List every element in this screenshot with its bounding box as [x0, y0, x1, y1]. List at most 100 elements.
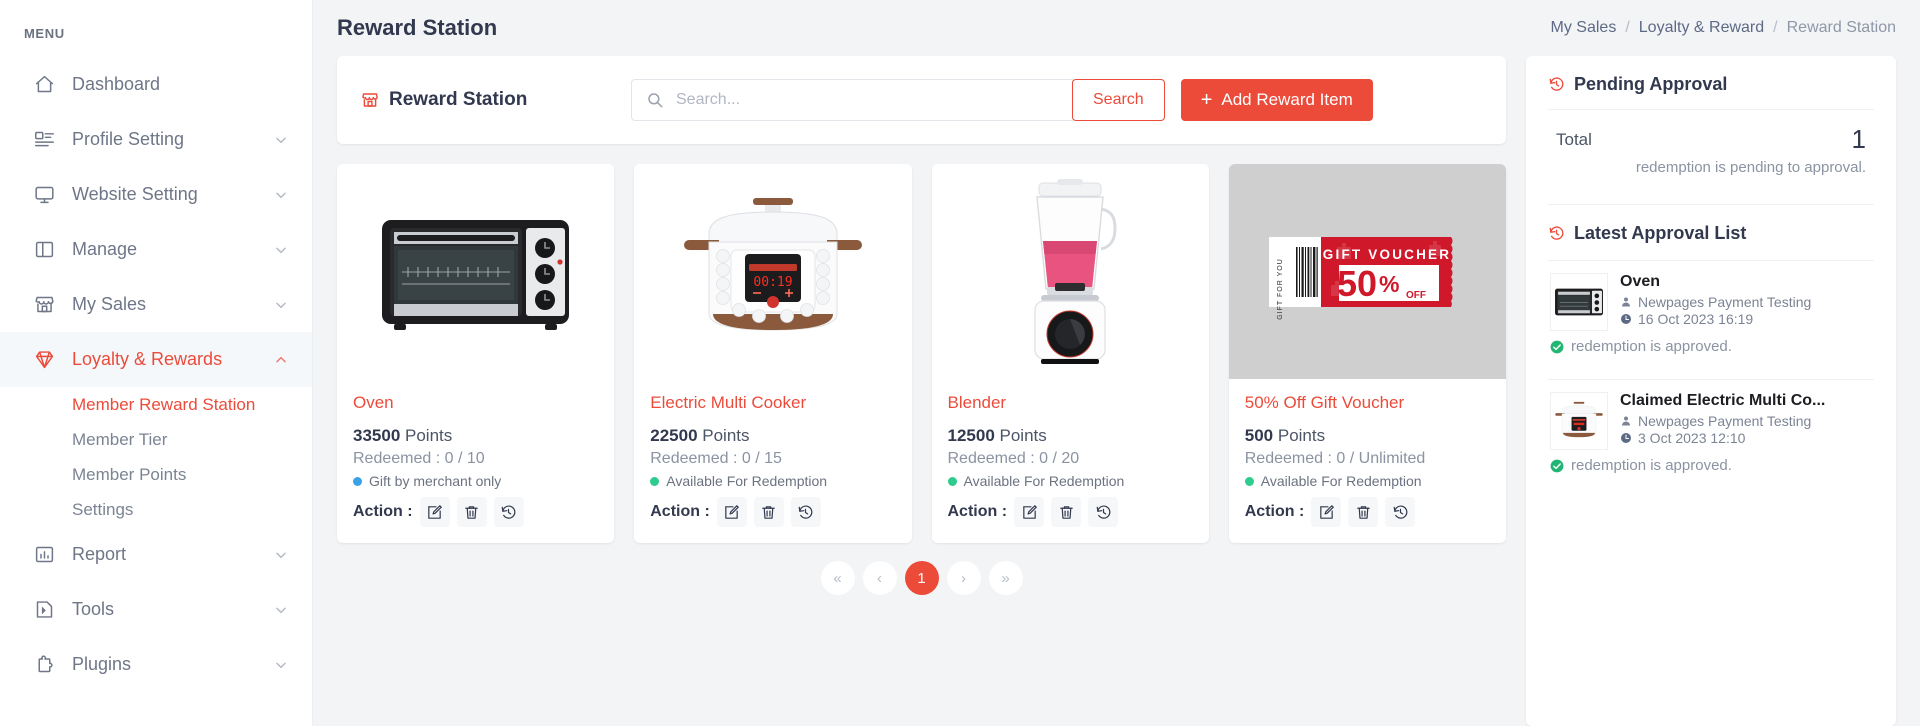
sidebar-subitem-member-points[interactable]: Member Points	[0, 457, 312, 492]
history-button[interactable]	[790, 497, 821, 527]
history-icon	[1393, 505, 1408, 519]
plus-icon: +	[1200, 89, 1213, 111]
approval-item-info: Oven Newpages Payment Testing 16 Oct 202…	[1620, 273, 1872, 331]
sidebar-item-website-setting[interactable]: Website Setting	[0, 167, 312, 222]
breadcrumb-item-reward-station: Reward Station	[1786, 19, 1896, 36]
reward-card-actions: Action :	[948, 497, 1193, 527]
sidebar-item-report[interactable]: Report	[0, 527, 312, 582]
reward-card[interactable]: Oven 33500 Points Redeemed : 0 / 10 Gift…	[337, 164, 615, 543]
approval-list-item[interactable]: Oven Newpages Payment Testing 16 Oct 202…	[1548, 261, 1874, 365]
oven-image	[1550, 273, 1608, 331]
delete-button[interactable]	[1348, 497, 1379, 527]
monitor-icon	[32, 183, 56, 207]
approval-item-time-label: 3 Oct 2023 12:10	[1638, 430, 1746, 446]
reward-card-title[interactable]: Blender	[948, 393, 1193, 413]
latest-approval-heading-label: Latest Approval List	[1574, 223, 1747, 243]
delete-button[interactable]	[456, 497, 487, 527]
approval-panel: Pending Approval Total 1 redemption is p…	[1526, 56, 1896, 726]
sidebar-subitem-member-tier[interactable]: Member Tier	[0, 422, 312, 457]
redeemed-separator: /	[457, 450, 463, 467]
reward-card-title[interactable]: Electric Multi Cooker	[650, 393, 895, 413]
search-area: Search + Add Reward Item	[631, 79, 1482, 121]
status-dot	[947, 476, 957, 486]
sidebar-item-manage[interactable]: Manage	[0, 222, 312, 277]
reward-card[interactable]: Blender 12500 Points Redeemed : 0 / 20 A…	[931, 164, 1209, 543]
delete-button[interactable]	[1051, 497, 1082, 527]
sidebar-item-plugins[interactable]: Plugins	[0, 637, 312, 692]
approval-item-row: Claimed Electric Multi Co... Newpages Pa…	[1550, 392, 1872, 450]
redeemed-label: Redeemed :	[353, 450, 441, 467]
sidebar-item-tools[interactable]: Tools	[0, 582, 312, 637]
sidebar-item-my-sales[interactable]: My Sales	[0, 277, 312, 332]
add-reward-item-button[interactable]: + Add Reward Item	[1180, 79, 1373, 121]
reward-card-body: Blender 12500 Points Redeemed : 0 / 20 A…	[932, 379, 1209, 543]
app-root: MENU Dashboard Profile Setting Website S…	[0, 0, 1920, 726]
reward-card-points-value: 500	[1244, 426, 1274, 445]
search-box[interactable]	[631, 79, 1073, 121]
oven-image	[337, 164, 615, 379]
breadcrumb: My Sales / Loyalty & Reward / Reward Sta…	[1551, 19, 1896, 37]
approval-item-info: Claimed Electric Multi Co... Newpages Pa…	[1620, 392, 1872, 450]
edit-button[interactable]	[1014, 497, 1045, 527]
pagination-last-button[interactable]: »	[988, 561, 1023, 595]
approval-item-status: redemption is approved.	[1550, 457, 1872, 474]
voucher-image: GIFT FOR YOU GIFT VOUCHER 50 % OFF	[1228, 164, 1506, 379]
delete-icon	[1059, 505, 1073, 519]
reward-card-redeemed: Redeemed : 0 / 20	[948, 450, 1193, 468]
delete-button[interactable]	[753, 497, 784, 527]
sidebar-subitem-label: Member Points	[72, 464, 187, 484]
reward-card-title[interactable]: 50% Off Gift Voucher	[1245, 393, 1490, 413]
breadcrumb-item-loyalty-reward[interactable]: Loyalty & Reward	[1639, 19, 1764, 37]
sidebar-item-dashboard[interactable]: Dashboard	[0, 57, 312, 112]
diamond-icon	[32, 348, 56, 372]
approval-list-item[interactable]: Claimed Electric Multi Co... Newpages Pa…	[1548, 380, 1874, 484]
home-icon	[32, 73, 56, 97]
pagination-prev-button[interactable]: ‹	[862, 561, 897, 595]
redeemed-count: 0	[444, 450, 454, 467]
breadcrumb-item-my-sales[interactable]: My Sales	[1551, 19, 1617, 37]
history-icon	[1549, 226, 1564, 240]
status-dot	[353, 476, 362, 486]
edit-button[interactable]	[716, 497, 747, 527]
redeemed-label: Redeemed :	[1244, 450, 1332, 467]
status-label: Available For Redemption	[963, 473, 1125, 489]
redeemed-label: Redeemed :	[650, 450, 738, 467]
edit-button[interactable]	[1311, 497, 1342, 527]
pagination-page-1[interactable]: 1	[904, 561, 939, 595]
latest-approval-heading: Latest Approval List	[1548, 223, 1874, 244]
sidebar-subitem-member-reward-station[interactable]: Member Reward Station	[0, 387, 312, 422]
sidebar-subitem-settings[interactable]: Settings	[0, 492, 312, 527]
sidebar-item-profile-setting[interactable]: Profile Setting	[0, 112, 312, 167]
reward-card[interactable]: 00:19 Electric Multi Cooker 22500 Points…	[634, 164, 912, 543]
pagination-next-button[interactable]: ›	[946, 561, 981, 595]
pagination-first-button[interactable]: «	[820, 561, 855, 595]
cooker-display: 00:19	[753, 275, 792, 290]
approval-item-time-label: 16 Oct 2023 16:19	[1638, 311, 1754, 327]
reward-card-status: Available For Redemption	[947, 473, 1193, 489]
sidebar-item-loyalty-rewards[interactable]: Loyalty & Rewards	[0, 332, 312, 387]
history-icon	[798, 505, 813, 519]
search-button[interactable]: Search	[1072, 79, 1165, 121]
reward-card-points: 33500 Points	[353, 426, 598, 446]
chevron-down-icon	[276, 302, 286, 308]
reward-card-redeemed: Redeemed : 0 / 15	[650, 450, 895, 468]
layout-icon	[32, 238, 56, 262]
edit-icon	[725, 504, 740, 519]
approval-item-name: Claimed Electric Multi Co...	[1620, 392, 1826, 409]
reward-card-points-unit: Points	[405, 426, 453, 445]
status-dot	[1244, 476, 1254, 486]
history-button[interactable]	[1385, 497, 1416, 527]
reward-card-status: Available For Redemption	[650, 473, 895, 489]
search-input[interactable]	[676, 91, 1058, 109]
reward-card-title[interactable]: Oven	[353, 393, 598, 413]
topbar: Reward Station My Sales / Loyalty & Rewa…	[313, 0, 1920, 56]
edit-button[interactable]	[419, 497, 450, 527]
history-button[interactable]	[1088, 497, 1119, 527]
redeemed-count: 0	[1336, 450, 1346, 467]
redeemed-count: 0	[741, 450, 751, 467]
reward-card[interactable]: GIFT FOR YOU GIFT VOUCHER 50 % OFF 50% O…	[1228, 164, 1506, 543]
reward-card-points-unit: Points	[1277, 426, 1326, 445]
edit-icon	[1320, 504, 1334, 519]
history-button[interactable]	[493, 497, 524, 527]
status-dot	[650, 476, 660, 486]
